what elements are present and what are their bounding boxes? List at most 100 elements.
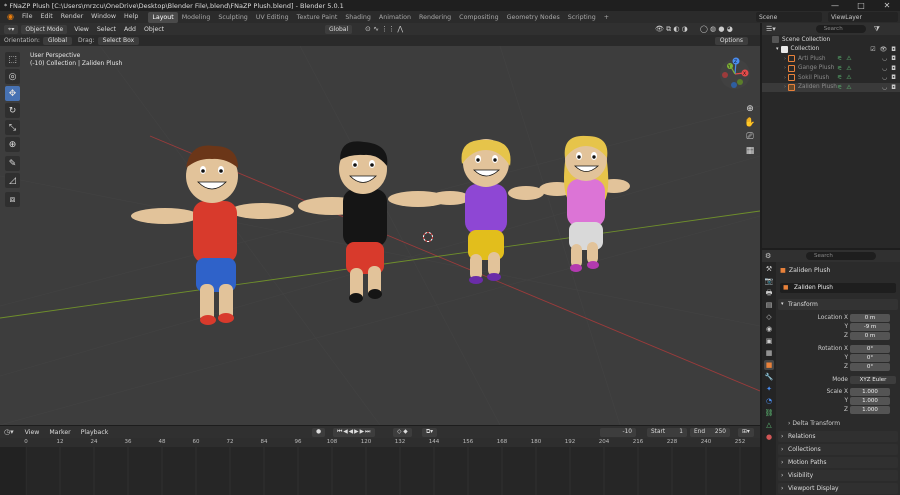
eye-icon[interactable]: ◡	[882, 55, 887, 62]
scale-z-field[interactable]: 1.000	[850, 406, 890, 414]
timeline-options-icon[interactable]: ⊞▾	[738, 427, 754, 437]
modifier-tab-icon[interactable]: 🔧	[764, 372, 774, 382]
output-tab-icon[interactable]: 🖶	[764, 288, 774, 298]
eye-icon[interactable]: ◡	[882, 65, 887, 72]
editor-type-button[interactable]: ⌖▾	[4, 24, 19, 34]
3d-viewport[interactable]: X Z Y	[0, 46, 760, 425]
outliner-item-selected[interactable]: › Zaliden Plush ⚟ ⚠ ◡ ◘	[762, 82, 900, 92]
menu-render[interactable]: Render	[57, 11, 87, 23]
texture-tab-icon[interactable]: ▦	[764, 348, 774, 358]
transform-panel-header[interactable]: ▾ Transform	[778, 299, 898, 310]
outliner-editor-icon[interactable]: ☰▾	[766, 25, 776, 33]
relations-section[interactable]: › Relations	[778, 431, 898, 442]
world-tab-icon[interactable]: ◉	[764, 324, 774, 334]
maximize-button[interactable]: □	[848, 0, 874, 11]
collection-tab-icon[interactable]: ▣	[764, 336, 774, 346]
view-layer-tab-icon[interactable]: ▤	[764, 300, 774, 310]
motion-paths-section[interactable]: › Motion Paths	[778, 457, 898, 468]
record-icon[interactable]: ●	[312, 427, 326, 437]
add-workspace-button[interactable]: +	[600, 12, 613, 23]
constraints-tab-icon[interactable]: ⛓	[764, 408, 774, 418]
zoom-icon[interactable]: ⊕	[744, 103, 756, 115]
workspace-tab-compositing[interactable]: Compositing	[455, 12, 502, 23]
menu-file[interactable]: File	[18, 11, 37, 23]
viewport-scene[interactable]: X Z Y	[0, 46, 760, 425]
current-frame-field[interactable]: -10	[600, 427, 636, 437]
chevron-right-icon[interactable]: ›	[784, 65, 786, 71]
outliner-scene-collection[interactable]: Scene Collection	[762, 35, 900, 45]
view-layer-selector[interactable]: ViewLayer	[828, 12, 898, 22]
end-frame-field[interactable]: End 250	[690, 427, 730, 437]
orientation-dropdown[interactable]: Global	[42, 36, 73, 45]
chevron-right-icon[interactable]: ›	[784, 75, 786, 81]
menu-help[interactable]: Help	[120, 11, 142, 23]
scene-tab-icon[interactable]: ◇	[764, 312, 774, 322]
transform-icon[interactable]: ⊕	[5, 137, 20, 152]
move-icon[interactable]: ✥	[5, 86, 20, 101]
keying-icon[interactable]: ⧉▾	[422, 427, 438, 437]
timeline-track-area[interactable]	[0, 447, 760, 495]
scale-icon[interactable]: ⤡	[5, 120, 20, 135]
object-tab-icon[interactable]: ■	[764, 360, 774, 370]
menu-window[interactable]: Window	[87, 11, 120, 23]
collections-section[interactable]: › Collections	[778, 444, 898, 455]
outliner-search-input[interactable]: Search	[815, 25, 866, 33]
chevron-down-icon[interactable]: ▾	[776, 46, 779, 52]
viewport-menu-object[interactable]: Object	[140, 26, 168, 33]
object-name-field[interactable]: ■ Zaliden Plush	[780, 283, 896, 293]
eye-icon[interactable]: ◡	[882, 84, 887, 91]
timeline-menu-playback[interactable]: Playback	[76, 429, 114, 436]
drag-dropdown[interactable]: Select Box	[97, 36, 140, 45]
scene-selector[interactable]: Scene	[756, 12, 822, 22]
physics-tab-icon[interactable]: ◔	[764, 396, 774, 406]
transform-orientation-dropdown[interactable]: Global	[325, 24, 353, 34]
workspace-tab-modeling[interactable]: Modeling	[178, 12, 215, 23]
chevron-right-icon[interactable]: ›	[784, 56, 786, 62]
close-button[interactable]: ✕	[874, 0, 900, 11]
camera-render-icon[interactable]: ◘	[891, 65, 896, 72]
timeline-menu-marker[interactable]: Marker	[44, 429, 75, 436]
eye-icon[interactable]: 👁	[880, 46, 888, 53]
ortho-grid-icon[interactable]: ▦	[744, 145, 756, 157]
workspace-tab-layout[interactable]: Layout	[148, 11, 178, 23]
mode-dropdown[interactable]: Object Mode	[21, 24, 68, 34]
viewport-menu-select[interactable]: Select	[93, 26, 120, 33]
filter-icon[interactable]: ⧩	[874, 25, 880, 34]
options-dropdown[interactable]: Options	[714, 36, 748, 45]
workspace-tab-rendering[interactable]: Rendering	[415, 12, 455, 23]
location-x-field[interactable]: 0 m	[850, 314, 890, 322]
scale-x-field[interactable]: 1.000	[850, 388, 890, 396]
timeline-ruler[interactable]: 0 12 24 36 48 60 72 84 96 108 120 132 14…	[0, 438, 760, 447]
properties-editor-icon[interactable]: ⚙	[765, 252, 771, 260]
minimize-button[interactable]: —	[822, 0, 848, 11]
outliner-collection[interactable]: ▾ Collection ☑ 👁 ◘	[762, 45, 900, 55]
pan-hand-icon[interactable]: ✋	[744, 117, 756, 129]
camera-icon[interactable]: ⎚	[744, 131, 756, 143]
workspace-tab-geometry-nodes[interactable]: Geometry Nodes	[503, 12, 564, 23]
particles-tab-icon[interactable]: ✦	[764, 384, 774, 394]
rotate-icon[interactable]: ↻	[5, 103, 20, 118]
render-tab-icon[interactable]: 📷	[764, 276, 774, 286]
add-cube-icon[interactable]: ⧈	[5, 192, 20, 207]
outliner-item[interactable]: › Gange Plush ⚟ ⚠ ◡ ◘	[762, 64, 900, 74]
cursor-icon[interactable]: ◎	[5, 69, 20, 84]
data-tab-icon[interactable]: △	[764, 420, 774, 430]
select-box-icon[interactable]: ⬚	[5, 52, 20, 67]
visibility-section[interactable]: › Visibility	[778, 470, 898, 481]
outliner-item[interactable]: › Arti Plush ⚟ ⚠ ◡ ◘	[762, 54, 900, 64]
blender-logo-icon[interactable]: ◉	[3, 11, 18, 23]
location-z-field[interactable]: 0 m	[850, 332, 890, 340]
annotate-icon[interactable]: ✎	[5, 156, 20, 171]
eye-icon[interactable]: ◡	[882, 74, 887, 81]
camera-render-icon[interactable]: ◘	[891, 74, 896, 81]
workspace-tab-scripting[interactable]: Scripting	[564, 12, 600, 23]
scale-y-field[interactable]: 1.000	[850, 397, 890, 405]
shading-mode-icons[interactable]: ◯ ◍ ● ◕	[700, 25, 733, 33]
material-tab-icon[interactable]: ●	[764, 432, 774, 442]
workspace-tab-shading[interactable]: Shading	[341, 12, 375, 23]
delta-transform-section[interactable]: › Delta Transform	[778, 420, 898, 427]
viewport-display-section[interactable]: › Viewport Display	[778, 483, 898, 494]
workspace-tab-sculpting[interactable]: Sculpting	[214, 12, 251, 23]
viewport-menu-add[interactable]: Add	[120, 26, 140, 33]
workspace-tab-animation[interactable]: Animation	[375, 12, 415, 23]
